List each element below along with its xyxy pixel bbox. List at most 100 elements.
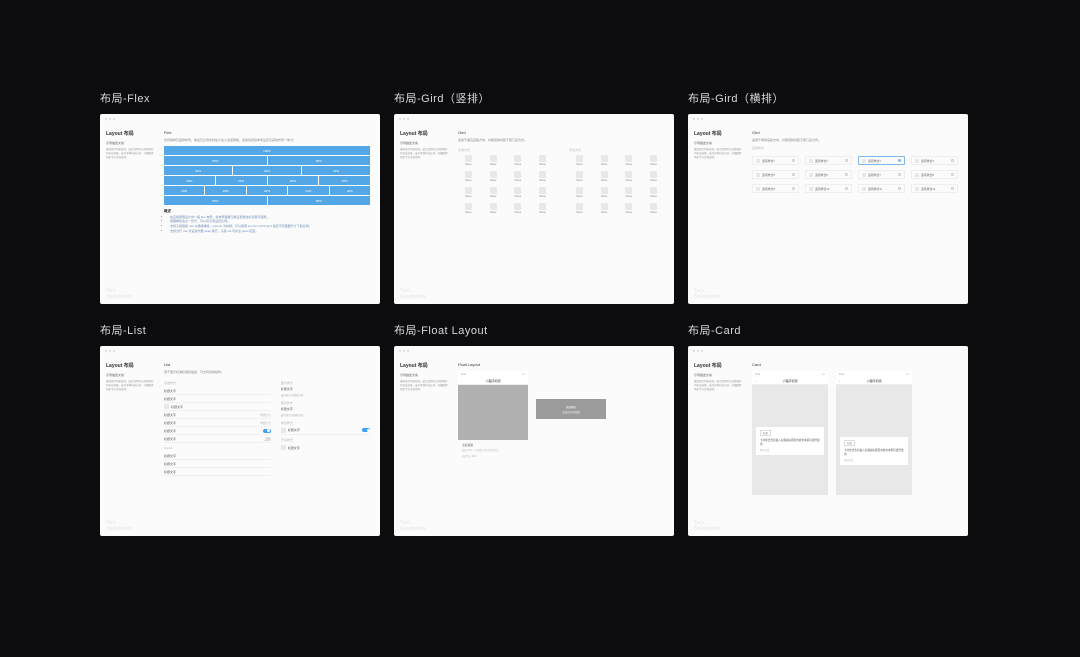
grid-item[interactable]: Name: [458, 187, 479, 198]
grid-item[interactable]: Name: [569, 155, 590, 166]
float-sheet[interactable]: [458, 385, 528, 440]
grid-item[interactable]: Name: [643, 171, 664, 182]
grid-item[interactable]: Name: [458, 203, 479, 214]
grid-item[interactable]: Name: [458, 171, 479, 182]
grid-chip[interactable]: 选项样式7: [858, 170, 905, 179]
list-item[interactable]: 标题文字: [164, 403, 271, 411]
grid-item[interactable]: Name: [483, 155, 504, 166]
card-float-layout[interactable]: 布局-Float Layout Layout 布局 示例描述文案 横排类示列表格…: [394, 322, 674, 536]
grid-item[interactable]: Name: [619, 203, 640, 214]
list-item-switch[interactable]: 标题文字: [281, 427, 370, 435]
grid-item-icon: [625, 171, 632, 178]
float-sheet[interactable]: 底部弹层 点击空白可关闭: [536, 399, 606, 419]
grid-item[interactable]: Name: [594, 155, 615, 166]
grid-item-icon: [490, 171, 497, 178]
grid-item[interactable]: Name: [532, 187, 553, 198]
grid-chip[interactable]: 选项样式2: [805, 156, 852, 165]
card-card[interactable]: 布局-Card Layout 布局 示例描述文案 横排类示列表格式，结合使用可以…: [688, 322, 968, 536]
list-item[interactable]: 标题文字详细信息: [164, 411, 271, 419]
shot-list: Layout 布局 示例描述文案 横排类示列表格式，结合使用可以获得更好的布局效…: [100, 346, 380, 536]
flex-cell: 50%: [164, 156, 267, 165]
card-flex[interactable]: 布局-Flex Layout 布局 示例描述文案 横排类示列表格式，结合使用可以…: [100, 90, 380, 304]
grid-item-label: Name: [650, 195, 657, 198]
grid-item-icon: [650, 155, 657, 162]
grid-item[interactable]: Name: [483, 187, 504, 198]
list-item[interactable]: 标题文字: [281, 444, 370, 452]
grid-item[interactable]: Name: [569, 203, 590, 214]
back-icon[interactable]: ‹: [461, 379, 462, 383]
back-icon[interactable]: ‹: [839, 379, 840, 383]
card-component[interactable]: 标题 卡片样式支持插入标题副标题及内容文本即可组件使用 附加信息: [756, 427, 824, 455]
side-para: 横排类示列表格式，结合使用可以获得更好的布局效果，支持多种布局方式，详细配置项见…: [400, 380, 448, 391]
grid-item[interactable]: Name: [619, 171, 640, 182]
chip-label: 选项样式2: [815, 159, 828, 163]
card-component[interactable]: 标题 卡片样式支持插入标题副标题及内容文本即可组件使用 附加信息: [840, 437, 908, 465]
radio-icon: [951, 159, 954, 162]
grid-chip[interactable]: 选项样式12: [911, 184, 958, 193]
list-item[interactable]: 标题文字: [164, 387, 271, 395]
grid-item[interactable]: Name: [483, 203, 504, 214]
grid-chip[interactable]: 选项样式6: [805, 170, 852, 179]
grid-item[interactable]: Name: [643, 155, 664, 166]
radio-icon: [898, 173, 901, 176]
back-icon[interactable]: ‹: [755, 379, 756, 383]
switch-off-icon[interactable]: [263, 437, 271, 441]
grid-item-icon: [601, 187, 608, 194]
list-item[interactable]: 标题文字: [164, 452, 271, 460]
side-para: 横排类示列表格式，结合使用可以获得更好的布局效果，支持多种布局方式，详细配置项见…: [106, 148, 154, 159]
grid-item-label: Name: [576, 211, 583, 214]
list-group-heading: 图文样式: [281, 401, 370, 405]
grid-item[interactable]: Name: [508, 171, 529, 182]
section-title: Float Layout: [458, 362, 664, 367]
grid-item-icon: [514, 203, 521, 210]
grid-chip[interactable]: 选项样式3: [858, 156, 905, 165]
grid-item[interactable]: Name: [643, 203, 664, 214]
switch-on-icon[interactable]: [263, 429, 271, 433]
grid-item[interactable]: Name: [643, 187, 664, 198]
grid-chip[interactable]: 选项样式5: [752, 170, 799, 179]
chip-label: 选项样式1: [762, 159, 775, 163]
grid-item[interactable]: Name: [483, 171, 504, 182]
grid-item-label: Name: [650, 211, 657, 214]
grid-item-icon: [490, 187, 497, 194]
grid-item[interactable]: Name: [508, 155, 529, 166]
grid-item[interactable]: Name: [569, 171, 590, 182]
grid-item[interactable]: Name: [532, 155, 553, 166]
grid-item-label: Name: [576, 179, 583, 182]
grid-item[interactable]: Name: [619, 187, 640, 198]
grid-chip[interactable]: 选项样式8: [911, 170, 958, 179]
list-item-switch[interactable]: 标题文字: [164, 435, 271, 443]
list-item[interactable]: 标题文字: [164, 460, 271, 468]
grid-item-label: Name: [465, 195, 472, 198]
card-grid-horizontal[interactable]: 布局-Gird（横排） Layout 布局 示例描述文案 横排类示列表格式，结合…: [688, 90, 968, 304]
grid-chip[interactable]: 选项样式9: [752, 184, 799, 193]
nav-bar: ‹小程序标题: [752, 377, 828, 385]
grid-chip[interactable]: 选项样式10: [805, 184, 852, 193]
grid-item-label: Name: [650, 163, 657, 166]
card-grid-vertical[interactable]: 布局-Gird（竖排） Layout 布局 示例描述文案 横排类示列表格式，结合…: [394, 90, 674, 304]
grid-item[interactable]: Name: [458, 155, 479, 166]
card-list[interactable]: 布局-List Layout 布局 示例描述文案 横排类示列表格式，结合使用可以…: [100, 322, 380, 536]
grid-item[interactable]: Name: [594, 171, 615, 182]
grid-chip[interactable]: 选项样式4: [911, 156, 958, 165]
grid-item[interactable]: Name: [594, 203, 615, 214]
grid-item[interactable]: Name: [508, 203, 529, 214]
grid-item[interactable]: Name: [619, 155, 640, 166]
grid-item[interactable]: Name: [532, 203, 553, 214]
grid-item[interactable]: Name: [594, 187, 615, 198]
grid-item[interactable]: Name: [508, 187, 529, 198]
grid-item[interactable]: Name: [569, 187, 590, 198]
list-item[interactable]: 标题文字: [164, 468, 271, 476]
grid-chip[interactable]: 选项样式11: [858, 184, 905, 193]
radio-icon: [898, 187, 901, 190]
grid-chip[interactable]: 选项样式1: [752, 156, 799, 165]
list-item[interactable]: 标题文字详细信息: [164, 419, 271, 427]
list-item-switch[interactable]: 标题文字: [164, 427, 271, 435]
list-item[interactable]: 标题文字: [164, 395, 271, 403]
switch-on-icon[interactable]: [362, 428, 370, 432]
page-title: Layout 布局: [400, 130, 448, 137]
grid-item[interactable]: Name: [532, 171, 553, 182]
shot-grid-h: Layout 布局 示例描述文案 横排类示列表格式，结合使用可以获得更好的布局效…: [688, 114, 968, 304]
card-title: 布局-Card: [688, 322, 968, 338]
grid-item-icon: [650, 203, 657, 210]
